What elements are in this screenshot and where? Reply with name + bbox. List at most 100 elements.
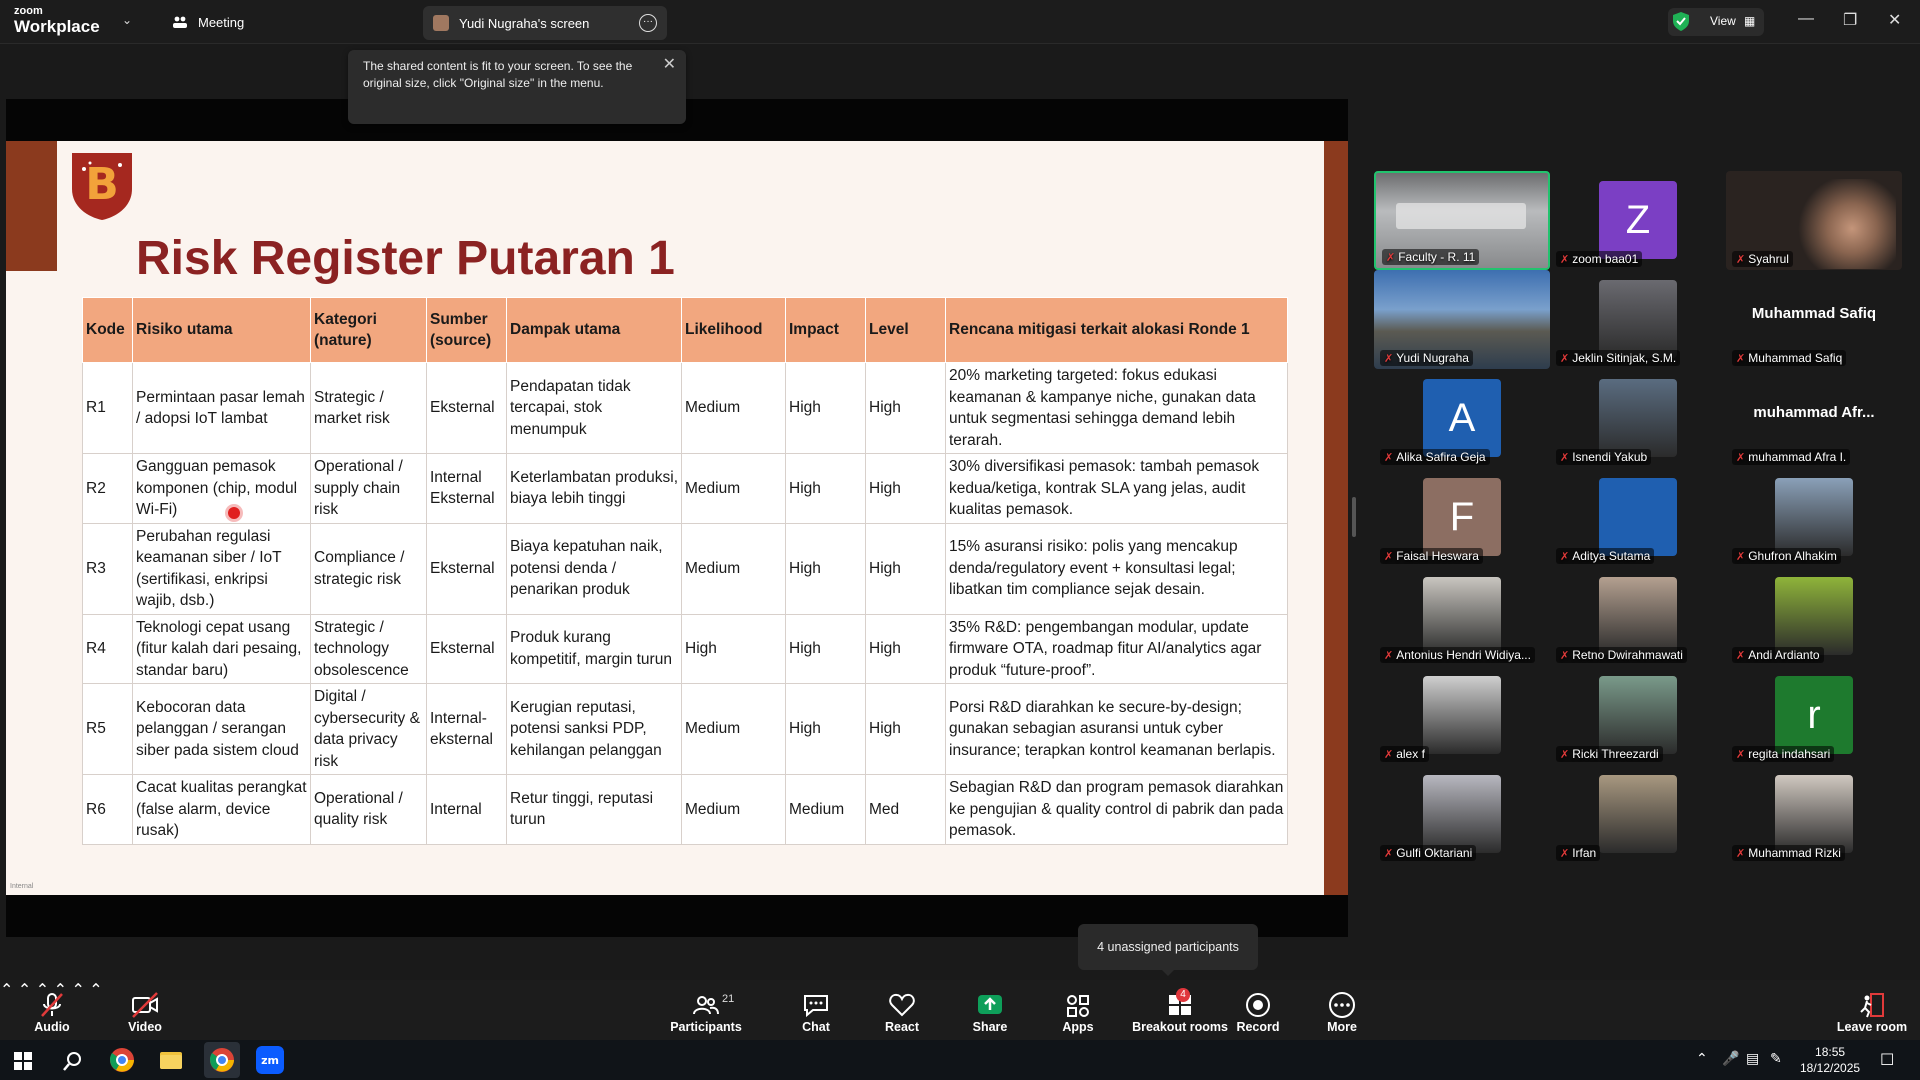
participant-name-tag: ✗ Faculty - R. 11 [1382, 249, 1480, 265]
participant-tile[interactable]: ✗ Jeklin Sitinjak, S.M. [1550, 270, 1726, 369]
minimize-icon[interactable]: — [1798, 10, 1814, 28]
participant-tile[interactable]: ✗ Ghufron Alhakim [1726, 468, 1902, 567]
mic-muted-icon: ✗ [1384, 551, 1394, 563]
view-button[interactable]: View [1710, 14, 1736, 28]
participant-tile[interactable]: ✗ Syahrul [1726, 171, 1902, 270]
participant-tile[interactable]: r ✗ regita indahsari [1726, 666, 1902, 765]
participant-tile[interactable]: ✗ Yudi Nugraha [1374, 270, 1550, 369]
video-off-icon [132, 992, 158, 1018]
participant-name-tag: ✗ Gulfi Oktariani [1380, 845, 1477, 861]
windows-start-icon[interactable] [14, 1052, 32, 1070]
share-button[interactable]: Share [964, 980, 1016, 1040]
chat-button[interactable]: Chat [790, 980, 842, 1040]
participant-tile[interactable]: muhammad Afr... ✗ muhammad Afra I. [1726, 369, 1902, 468]
cell-likelihood: High [681, 613, 786, 684]
chrome-icon[interactable] [108, 1046, 136, 1074]
apps-label: Apps [1062, 1020, 1094, 1034]
more-options-icon[interactable]: ··· [639, 14, 657, 32]
cell-sumber: Eksternal [426, 522, 507, 615]
participant-name: Ricki Threezardi [1572, 747, 1659, 761]
participant-tile[interactable]: ✗ Gulfi Oktariani [1374, 765, 1550, 864]
participant-tile[interactable]: ✗ Antonius Hendri Widiya... [1374, 567, 1550, 666]
participant-tile[interactable]: ✗ Retno Dwirahmawati [1550, 567, 1726, 666]
participant-tile[interactable]: ✗ Irfan [1550, 765, 1726, 864]
avatar [1599, 379, 1677, 457]
title-bar: zoom Workplace ⌄ Meeting Yudi Nugraha's … [0, 0, 1920, 44]
apps-options-caret-icon[interactable]: ⌃ [89, 982, 102, 999]
breakout-rooms-label: Breakout rooms [1132, 1020, 1228, 1034]
video-label: Video [128, 1020, 162, 1034]
unassigned-participants-hint[interactable]: 4 unassigned participants [1078, 924, 1258, 970]
chrome-active-icon[interactable] [208, 1046, 236, 1074]
split-resize-handle[interactable] [1352, 497, 1356, 537]
participant-name: muhammad Afra I. [1748, 450, 1847, 464]
participant-name-tag: ✗ Retno Dwirahmawati [1556, 647, 1687, 663]
tray-chevron-icon[interactable]: ⌃ [1696, 1050, 1708, 1067]
participant-tile[interactable]: ✗ Isnendi Yakub [1550, 369, 1726, 468]
participant-name-tag: ✗ regita indahsari [1732, 746, 1835, 762]
slide-left-accent [6, 141, 57, 271]
participant-name-tag: ✗ Aditya Sutama [1556, 548, 1655, 564]
cell-dampak: Kerugian reputasi, potensi sanksi PDP, k… [506, 683, 682, 775]
search-icon[interactable] [62, 1050, 84, 1072]
participant-tile[interactable]: ✗ Andi Ardianto [1726, 567, 1902, 666]
system-clock[interactable]: 18:55 18/12/2025 [1800, 1044, 1860, 1076]
cell-level: High [865, 613, 946, 684]
participant-name: Gulfi Oktariani [1396, 846, 1473, 860]
leave-room-button[interactable]: Leave room [1836, 980, 1908, 1040]
cell-kode: R6 [82, 774, 133, 845]
participant-tile[interactable]: ✗ Faculty - R. 11 [1374, 171, 1550, 270]
avatar [1775, 577, 1853, 655]
participant-tile[interactable]: A ✗ Alika Safira Geja [1374, 369, 1550, 468]
restore-icon[interactable]: ❐ [1843, 10, 1857, 30]
grid-view-icon[interactable]: ▦ [1744, 14, 1755, 28]
shared-screen-tab[interactable]: Yudi Nugraha's screen ··· [423, 6, 667, 40]
audio-options-caret-icon[interactable]: ⌃ [0, 982, 13, 999]
close-tooltip-icon[interactable]: ✕ [663, 56, 676, 73]
risk-register-table: Kode Risiko utama Kategori (nature) Sumb… [82, 297, 1288, 845]
audio-button[interactable]: Audio [22, 980, 82, 1040]
participant-name: Muhammad Safiq [1748, 351, 1843, 365]
apps-button[interactable]: Apps [1052, 980, 1104, 1040]
participant-tile[interactable]: ✗ Ricki Threezardi [1550, 666, 1726, 765]
mic-muted-icon: ✗ [1736, 452, 1746, 464]
participant-tile[interactable]: Z ✗ zoom baa01 [1550, 171, 1726, 270]
record-button[interactable]: Record [1232, 980, 1284, 1040]
participant-name: Jeklin Sitinjak, S.M. [1572, 351, 1677, 365]
video-button[interactable]: Video [115, 980, 175, 1040]
zoom-taskbar-icon[interactable]: zm [256, 1046, 284, 1074]
chevron-down-icon[interactable]: ⌄ [122, 13, 132, 27]
participants-button[interactable]: Participants [670, 980, 742, 1040]
cell-likelihood: Medium [681, 453, 786, 524]
close-icon[interactable]: ✕ [1888, 10, 1901, 30]
tray-mic-icon[interactable]: 🎤 [1722, 1050, 1739, 1067]
tray-network-icon[interactable]: ▤ [1746, 1050, 1759, 1067]
meeting-label[interactable]: Meeting [198, 15, 244, 30]
header-dampak: Dampak utama [506, 297, 682, 363]
avatar: r [1775, 676, 1853, 754]
mic-muted-icon: ✗ [1736, 551, 1746, 563]
avatar [1599, 676, 1677, 754]
participant-tile[interactable]: ✗ Muhammad Rizki [1726, 765, 1902, 864]
file-explorer-icon[interactable] [157, 1046, 185, 1074]
table-row: R3 Perubahan regulasi keamanan siber / Io… [82, 522, 1288, 615]
participant-tile[interactable]: Muhammad Safiq ✗ Muhammad Safiq [1726, 270, 1902, 369]
react-button[interactable]: React [876, 980, 928, 1040]
record-icon [1246, 993, 1270, 1017]
more-button[interactable]: More [1316, 980, 1368, 1040]
zoom-logo[interactable]: zoom Workplace [14, 6, 100, 36]
notifications-icon[interactable]: ☐ [1880, 1050, 1894, 1070]
cell-sumber: Internal-eksternal [426, 683, 507, 775]
cell-dampak: Retur tinggi, reputasi turun [506, 774, 682, 845]
participant-name-tag: ✗ muhammad Afra I. [1732, 449, 1851, 465]
tray-pen-icon[interactable]: ✎ [1770, 1050, 1782, 1067]
avatar [1775, 775, 1853, 853]
participant-tile[interactable]: F ✗ Faisal Heswara [1374, 468, 1550, 567]
cell-impact: High [785, 613, 866, 684]
encryption-shield-icon[interactable] [1673, 12, 1689, 31]
participant-display-name: muhammad Afr... [1753, 404, 1875, 421]
leave-room-label: Leave room [1836, 1020, 1908, 1034]
participant-tile[interactable]: ✗ alex f [1374, 666, 1550, 765]
participant-name: zoom baa01 [1572, 252, 1639, 266]
participant-tile[interactable]: ✗ Aditya Sutama [1550, 468, 1726, 567]
